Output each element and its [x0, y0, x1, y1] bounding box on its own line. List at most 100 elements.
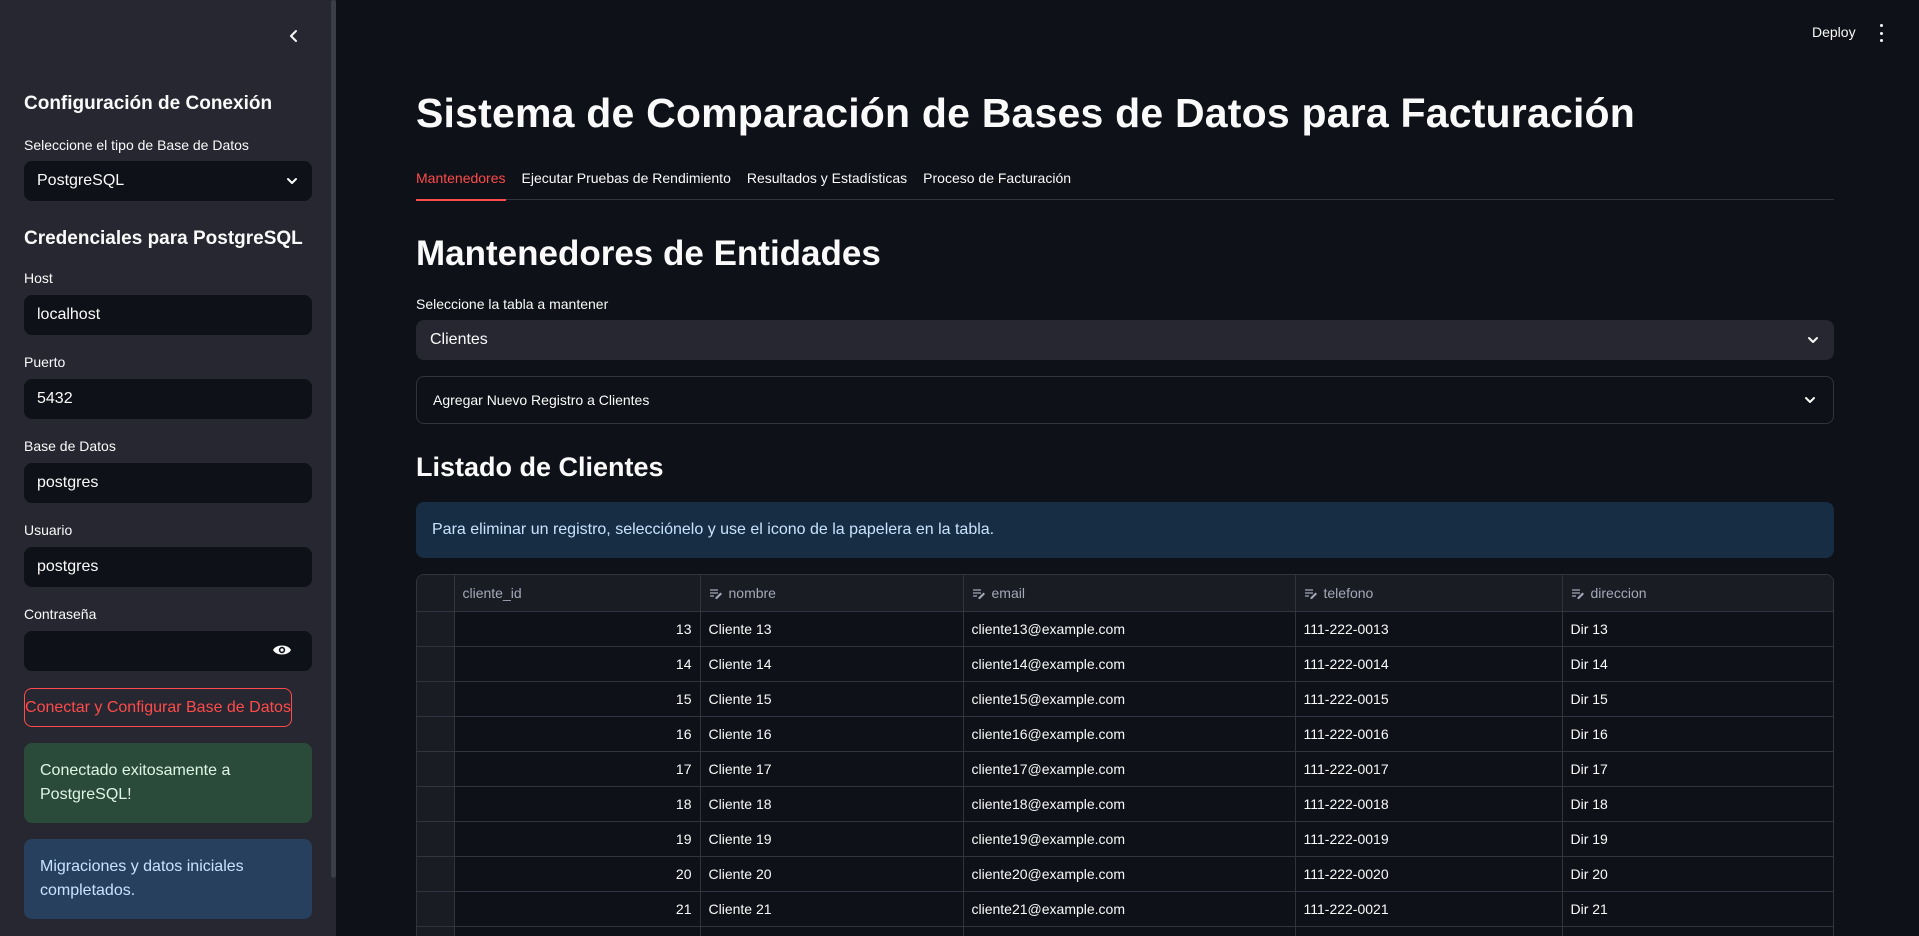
cell-direccion[interactable]: Dir 17 — [1562, 751, 1833, 787]
cell-telefono[interactable]: 111-222-0019 — [1295, 821, 1563, 857]
column-header-direccion[interactable]: direccion — [1562, 575, 1833, 612]
table-row[interactable]: 19 Cliente 19 cliente19@example.com 111-… — [417, 821, 1833, 857]
row-selector[interactable] — [417, 856, 455, 892]
column-header-nombre[interactable]: nombre — [700, 575, 964, 612]
cell-email[interactable]: cliente20@example.com — [963, 856, 1296, 892]
password-label: Contraseña — [24, 606, 97, 622]
cell-direccion[interactable] — [1562, 926, 1833, 936]
main-menu-icon[interactable] — [1876, 22, 1886, 44]
cell-telefono[interactable]: 111-222-0020 — [1295, 856, 1563, 892]
cell-nombre[interactable] — [700, 926, 964, 936]
cell-email[interactable]: cliente16@example.com — [963, 716, 1296, 752]
cell-telefono[interactable]: 111-222-0016 — [1295, 716, 1563, 752]
table-row[interactable]: 17 Cliente 17 cliente17@example.com 111-… — [417, 751, 1833, 787]
cell-cliente-id[interactable]: 15 — [454, 681, 701, 717]
cell-nombre[interactable]: Cliente 17 — [700, 751, 964, 787]
show-password-eye-icon[interactable] — [272, 642, 292, 663]
cell-cliente-id[interactable]: 19 — [454, 821, 701, 857]
cell-cliente-id[interactable]: 21 — [454, 891, 701, 927]
cell-nombre[interactable]: Cliente 18 — [700, 786, 964, 822]
tab-mantenedores[interactable]: Mantenedores — [416, 170, 506, 201]
cell-cliente-id[interactable]: 17 — [454, 751, 701, 787]
column-header-telefono[interactable]: telefono — [1295, 575, 1563, 612]
row-selector[interactable] — [417, 611, 455, 647]
cell-email[interactable]: cliente19@example.com — [963, 821, 1296, 857]
port-label: Puerto — [24, 354, 66, 370]
row-selector-header[interactable] — [417, 575, 455, 612]
table-row[interactable]: 14 Cliente 14 cliente14@example.com 111-… — [417, 646, 1833, 682]
cell-telefono[interactable] — [1295, 926, 1563, 936]
user-input[interactable]: postgres — [24, 547, 312, 587]
row-selector[interactable] — [417, 751, 455, 787]
cell-cliente-id[interactable] — [454, 926, 701, 936]
cell-direccion[interactable]: Dir 19 — [1562, 821, 1833, 857]
sidebar-scrollbar[interactable] — [331, 0, 336, 878]
tab-resultados[interactable]: Resultados y Estadísticas — [747, 170, 907, 200]
cell-telefono[interactable]: 111-222-0017 — [1295, 751, 1563, 787]
cell-nombre[interactable]: Cliente 14 — [700, 646, 964, 682]
cell-telefono[interactable]: 111-222-0015 — [1295, 681, 1563, 717]
cell-email[interactable]: cliente14@example.com — [963, 646, 1296, 682]
collapse-sidebar-button[interactable] — [282, 24, 306, 48]
table-select-label: Seleccione la tabla a mantener — [416, 296, 609, 312]
cell-email[interactable]: cliente21@example.com — [963, 891, 1296, 927]
cell-nombre[interactable]: Cliente 13 — [700, 611, 964, 647]
cell-telefono[interactable]: 111-222-0014 — [1295, 646, 1563, 682]
cell-direccion[interactable]: Dir 15 — [1562, 681, 1833, 717]
row-selector[interactable] — [417, 716, 455, 752]
cell-telefono[interactable]: 111-222-0021 — [1295, 891, 1563, 927]
cell-email[interactable]: cliente15@example.com — [963, 681, 1296, 717]
database-input[interactable]: postgres — [24, 463, 312, 503]
cell-direccion[interactable]: Dir 16 — [1562, 716, 1833, 752]
add-record-expander[interactable]: Agregar Nuevo Registro a Clientes — [416, 376, 1834, 424]
row-selector[interactable] — [417, 891, 455, 927]
cell-cliente-id[interactable]: 20 — [454, 856, 701, 892]
table-row[interactable]: 13 Cliente 13 cliente13@example.com 111-… — [417, 611, 1833, 647]
clients-data-table[interactable]: cliente_id nombre email telefono direcci… — [416, 574, 1834, 936]
cell-email[interactable]: cliente17@example.com — [963, 751, 1296, 787]
cell-nombre[interactable]: Cliente 15 — [700, 681, 964, 717]
host-input[interactable]: localhost — [24, 295, 312, 335]
cell-nombre[interactable]: Cliente 21 — [700, 891, 964, 927]
chevron-down-icon — [287, 178, 297, 184]
table-row[interactable]: 21 Cliente 21 cliente21@example.com 111-… — [417, 891, 1833, 927]
cell-email[interactable] — [963, 926, 1296, 936]
cell-nombre[interactable]: Cliente 20 — [700, 856, 964, 892]
credentials-heading: Credenciales para PostgreSQL — [24, 228, 303, 249]
table-row[interactable] — [417, 926, 1833, 936]
cell-telefono[interactable]: 111-222-0013 — [1295, 611, 1563, 647]
cell-cliente-id[interactable]: 16 — [454, 716, 701, 752]
cell-direccion[interactable]: Dir 21 — [1562, 891, 1833, 927]
port-input[interactable]: 5432 — [24, 379, 312, 419]
connect-configure-button[interactable]: Conectar y Configurar Base de Datos — [24, 688, 292, 727]
tab-facturacion[interactable]: Proceso de Facturación — [923, 170, 1071, 200]
password-input[interactable] — [24, 631, 312, 671]
cell-email[interactable]: cliente18@example.com — [963, 786, 1296, 822]
cell-nombre[interactable]: Cliente 16 — [700, 716, 964, 752]
cell-cliente-id[interactable]: 18 — [454, 786, 701, 822]
table-row[interactable]: 18 Cliente 18 cliente18@example.com 111-… — [417, 786, 1833, 822]
table-row[interactable]: 16 Cliente 16 cliente16@example.com 111-… — [417, 716, 1833, 752]
cell-cliente-id[interactable]: 14 — [454, 646, 701, 682]
row-selector[interactable] — [417, 681, 455, 717]
cell-cliente-id[interactable]: 13 — [454, 611, 701, 647]
row-selector[interactable] — [417, 926, 455, 936]
row-selector[interactable] — [417, 786, 455, 822]
cell-direccion[interactable]: Dir 14 — [1562, 646, 1833, 682]
table-row[interactable]: 20 Cliente 20 cliente20@example.com 111-… — [417, 856, 1833, 892]
cell-direccion[interactable]: Dir 18 — [1562, 786, 1833, 822]
column-header-email[interactable]: email — [963, 575, 1296, 612]
table-row[interactable]: 15 Cliente 15 cliente15@example.com 111-… — [417, 681, 1833, 717]
cell-direccion[interactable]: Dir 20 — [1562, 856, 1833, 892]
cell-nombre[interactable]: Cliente 19 — [700, 821, 964, 857]
cell-email[interactable]: cliente13@example.com — [963, 611, 1296, 647]
row-selector[interactable] — [417, 646, 455, 682]
row-selector[interactable] — [417, 821, 455, 857]
tab-ejecutar-pruebas[interactable]: Ejecutar Pruebas de Rendimiento — [522, 170, 731, 200]
cell-telefono[interactable]: 111-222-0018 — [1295, 786, 1563, 822]
cell-direccion[interactable]: Dir 13 — [1562, 611, 1833, 647]
deploy-button[interactable]: Deploy — [1812, 24, 1856, 40]
db-type-select[interactable]: PostgreSQL — [24, 161, 312, 201]
column-header-cliente-id[interactable]: cliente_id — [454, 575, 701, 612]
table-select[interactable]: Clientes — [416, 320, 1834, 360]
